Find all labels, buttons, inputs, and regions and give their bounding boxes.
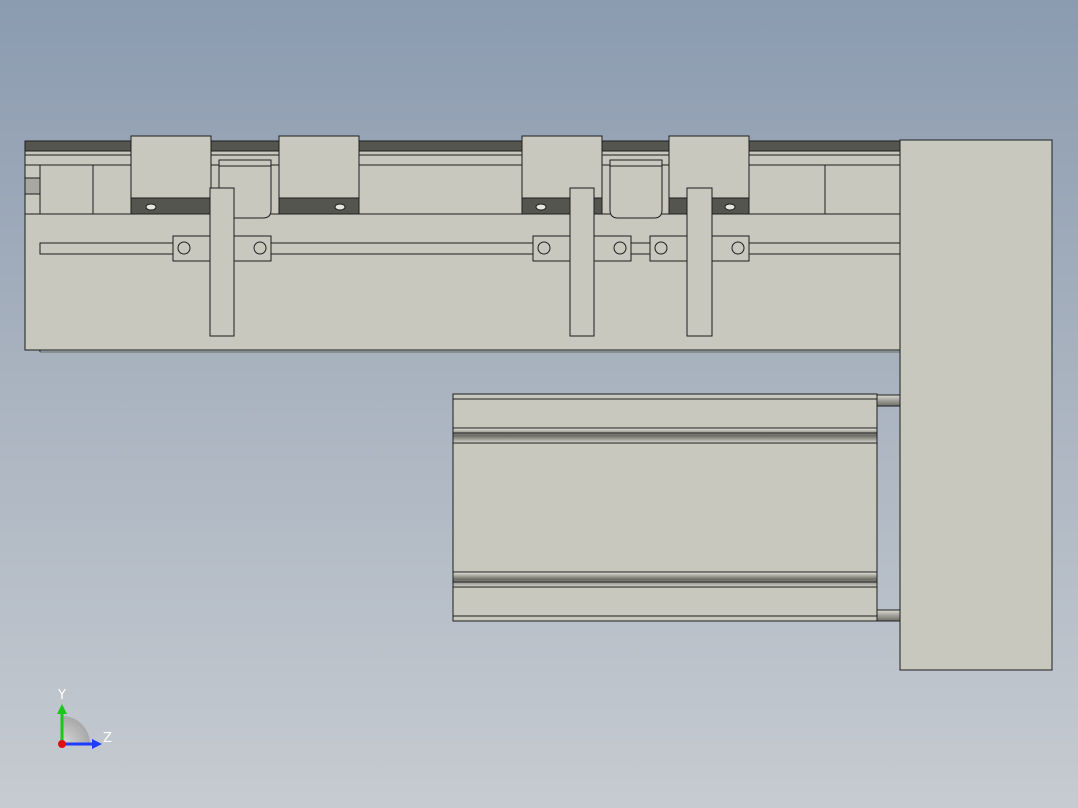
cad-model-drawing[interactable] <box>0 0 1078 808</box>
cad-viewport[interactable]: Y Z <box>0 0 1078 808</box>
z-axis-label: Z <box>103 731 112 746</box>
motor-shaft-bottom <box>876 609 901 622</box>
bracket-1[interactable] <box>209 187 235 337</box>
triad-quadrant <box>62 716 90 744</box>
carriage-right-link <box>601 154 670 219</box>
orientation-triad[interactable] <box>57 704 102 749</box>
mounting-plate[interactable] <box>899 139 1053 671</box>
sensor-rail <box>39 242 902 255</box>
y-axis-head <box>57 704 67 714</box>
motor-housing[interactable] <box>452 393 878 622</box>
y-axis-label: Y <box>58 688 66 703</box>
motor-shaft-top <box>876 394 901 407</box>
end-cap-right[interactable] <box>824 164 902 215</box>
x-axis-dot <box>58 740 66 748</box>
bracket-2[interactable] <box>569 187 595 337</box>
carriage-left-b[interactable] <box>278 135 360 215</box>
carriage-left-a[interactable] <box>130 135 212 215</box>
z-axis-head <box>92 739 102 749</box>
bracket-3[interactable] <box>686 187 713 337</box>
